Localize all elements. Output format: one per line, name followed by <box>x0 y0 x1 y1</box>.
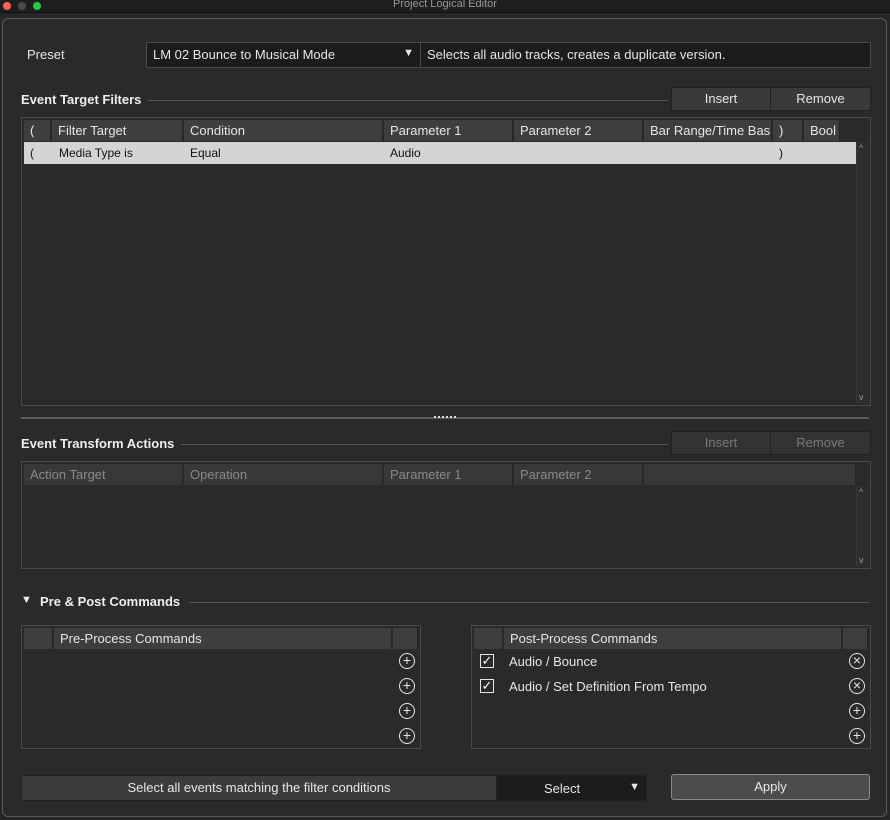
function-value: Select <box>544 781 581 796</box>
row-close-paren: ) <box>779 146 783 160</box>
pre-process-header[interactable]: Pre-Process Commands <box>54 628 392 649</box>
preset-value: LM 02 Bounce to Musical Mode <box>153 47 336 62</box>
post-process-table[interactable]: Post-Process Commands ✓ Audio / Bounce ×… <box>471 625 871 749</box>
editor-window: Preset LM 02 Bounce to Musical Mode ▼ Se… <box>2 18 887 817</box>
filters-insert-button[interactable]: Insert <box>671 87 771 111</box>
splitter-handle[interactable] <box>434 416 456 421</box>
disclosure-triangle-icon[interactable]: ▼ <box>21 594 32 606</box>
function-description: Select all events matching the filter co… <box>127 780 391 795</box>
column-header[interactable]: ) <box>773 120 803 141</box>
apply-button[interactable]: Apply <box>671 774 870 800</box>
column-header[interactable]: Filter Target <box>52 120 183 141</box>
filters-scrollbar[interactable]: ^ v <box>856 142 869 403</box>
column-header[interactable]: Operation <box>184 464 383 485</box>
column-header[interactable]: Bool <box>804 120 840 141</box>
post-command-label: Audio / Bounce <box>509 654 598 669</box>
column-header[interactable]: Condition <box>184 120 383 141</box>
title-bar: Project Logical Editor <box>0 0 890 13</box>
scroll-up-icon[interactable]: ^ <box>859 143 863 153</box>
column-header[interactable]: Parameter 2 <box>514 120 643 141</box>
remove-command-icon[interactable]: × <box>849 653 865 669</box>
actions-remove-button[interactable]: Remove <box>770 431 871 455</box>
post-process-header[interactable]: Post-Process Commands <box>504 628 842 649</box>
checkbox-column-header <box>24 628 53 649</box>
chevron-down-icon: ▼ <box>629 781 640 793</box>
scroll-down-icon[interactable]: v <box>859 555 864 565</box>
section-divider <box>148 100 668 101</box>
actions-insert-button[interactable]: Insert <box>671 431 771 455</box>
command-checkbox[interactable]: ✓ <box>480 654 494 668</box>
remove-command-icon[interactable]: × <box>849 678 865 694</box>
column-header[interactable]: ( <box>24 120 51 141</box>
add-command-icon[interactable]: + <box>849 728 865 744</box>
section-divider <box>189 602 869 603</box>
add-command-icon[interactable]: + <box>849 703 865 719</box>
apply-label: Apply <box>754 779 787 794</box>
add-command-icon[interactable]: + <box>399 703 415 719</box>
filters-remove-button[interactable]: Remove <box>770 87 871 111</box>
row-open-paren: ( <box>30 146 34 160</box>
preset-description-field[interactable]: Selects all audio tracks, creates a dupl… <box>420 42 871 68</box>
table-row[interactable]: ( Media Type is Equal Audio ) <box>24 142 856 164</box>
actions-table[interactable]: Action Target Operation Parameter 1 Para… <box>21 461 871 569</box>
preset-dropdown[interactable]: LM 02 Bounce to Musical Mode ▼ <box>146 42 421 68</box>
actions-scrollbar[interactable]: ^ v <box>856 486 869 566</box>
commands-section-title: Pre & Post Commands <box>40 594 181 609</box>
column-header[interactable]: Parameter 2 <box>514 464 643 485</box>
window-title: Project Logical Editor <box>393 0 497 10</box>
add-command-icon[interactable]: + <box>399 728 415 744</box>
preset-description: Selects all audio tracks, creates a dupl… <box>427 47 726 62</box>
checkbox-column-header <box>474 628 503 649</box>
row-condition[interactable]: Equal <box>190 142 221 164</box>
add-command-icon[interactable]: + <box>399 653 415 669</box>
post-command-label: Audio / Set Definition From Tempo <box>509 679 707 694</box>
pre-process-table[interactable]: Pre-Process Commands + + + + <box>21 625 421 749</box>
column-header[interactable]: Action Target <box>24 464 183 485</box>
preset-label: Preset <box>27 47 65 62</box>
action-column-header <box>393 628 418 649</box>
function-description-field: Select all events matching the filter co… <box>21 775 497 801</box>
scroll-down-icon[interactable]: v <box>859 392 864 402</box>
scroll-up-icon[interactable]: ^ <box>859 487 863 497</box>
row-filter-target[interactable]: Media Type is <box>59 142 133 164</box>
column-header[interactable]: Bar Range/Time Bas <box>644 120 772 141</box>
column-header[interactable]: Parameter 1 <box>384 464 513 485</box>
column-header-empty <box>644 464 856 485</box>
chevron-down-icon: ▼ <box>403 47 414 59</box>
filters-table[interactable]: ( Filter Target Condition Parameter 1 Pa… <box>21 117 871 406</box>
action-column-header <box>843 628 868 649</box>
function-dropdown[interactable]: Select ▼ <box>496 775 647 801</box>
actions-section-title: Event Transform Actions <box>21 436 175 451</box>
filters-section-title: Event Target Filters <box>21 92 142 107</box>
column-header[interactable]: Parameter 1 <box>384 120 513 141</box>
command-checkbox[interactable]: ✓ <box>480 679 494 693</box>
section-divider <box>181 444 668 445</box>
add-command-icon[interactable]: + <box>399 678 415 694</box>
row-parameter-1[interactable]: Audio <box>390 142 421 164</box>
